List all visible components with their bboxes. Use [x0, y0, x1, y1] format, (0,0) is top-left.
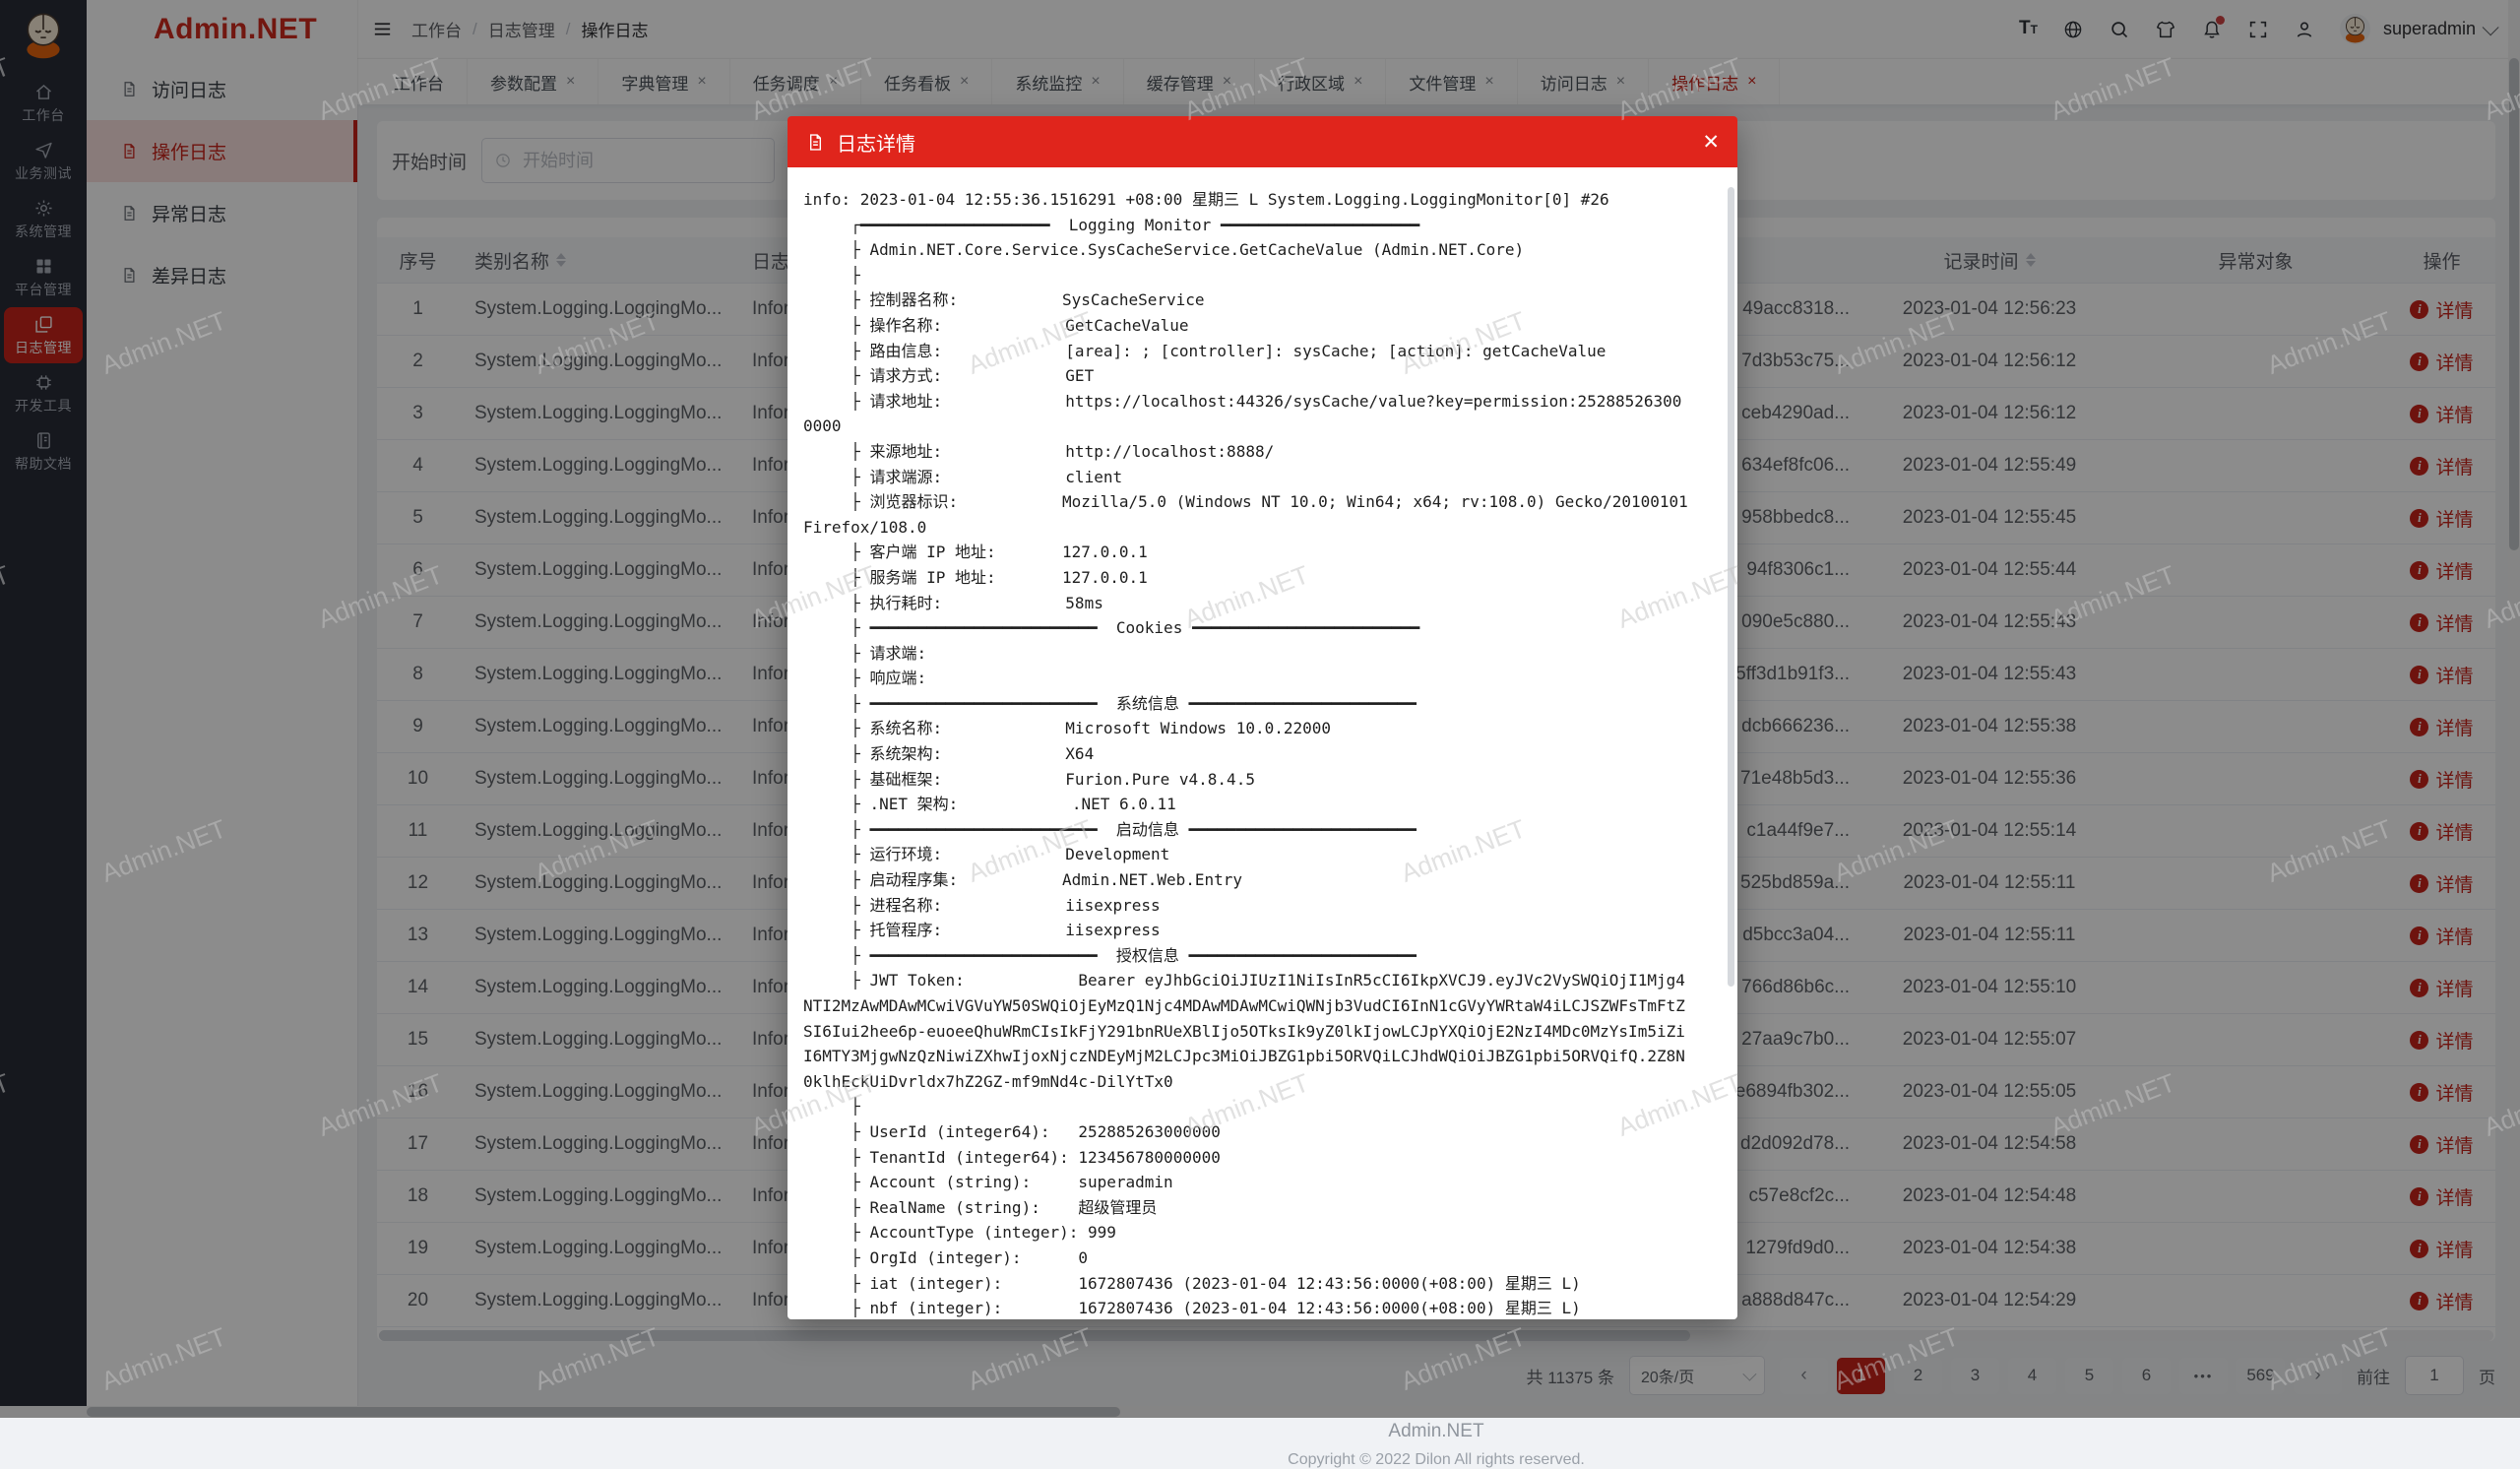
document-icon [805, 132, 826, 153]
footer-title: Admin.NET [377, 1421, 2495, 1442]
log-text: info: 2023-01-04 12:55:36.1516291 +08:00… [803, 187, 1689, 1319]
dialog-body: info: 2023-01-04 12:55:36.1516291 +08:00… [788, 167, 1737, 1319]
dialog-scrollbar-thumb[interactable] [1728, 187, 1734, 987]
dialog-header: 日志详情 ✕ [788, 116, 1737, 167]
footer-copyright: Copyright © 2022 Dilon All rights reserv… [377, 1451, 2495, 1469]
log-detail-dialog: 日志详情 ✕ info: 2023-01-04 12:55:36.1516291… [788, 116, 1737, 1319]
footer: Admin.NET Copyright © 2022 Dilon All rig… [377, 1421, 2495, 1469]
close-icon[interactable]: ✕ [1702, 132, 1720, 153]
dialog-title: 日志详情 [837, 128, 915, 157]
